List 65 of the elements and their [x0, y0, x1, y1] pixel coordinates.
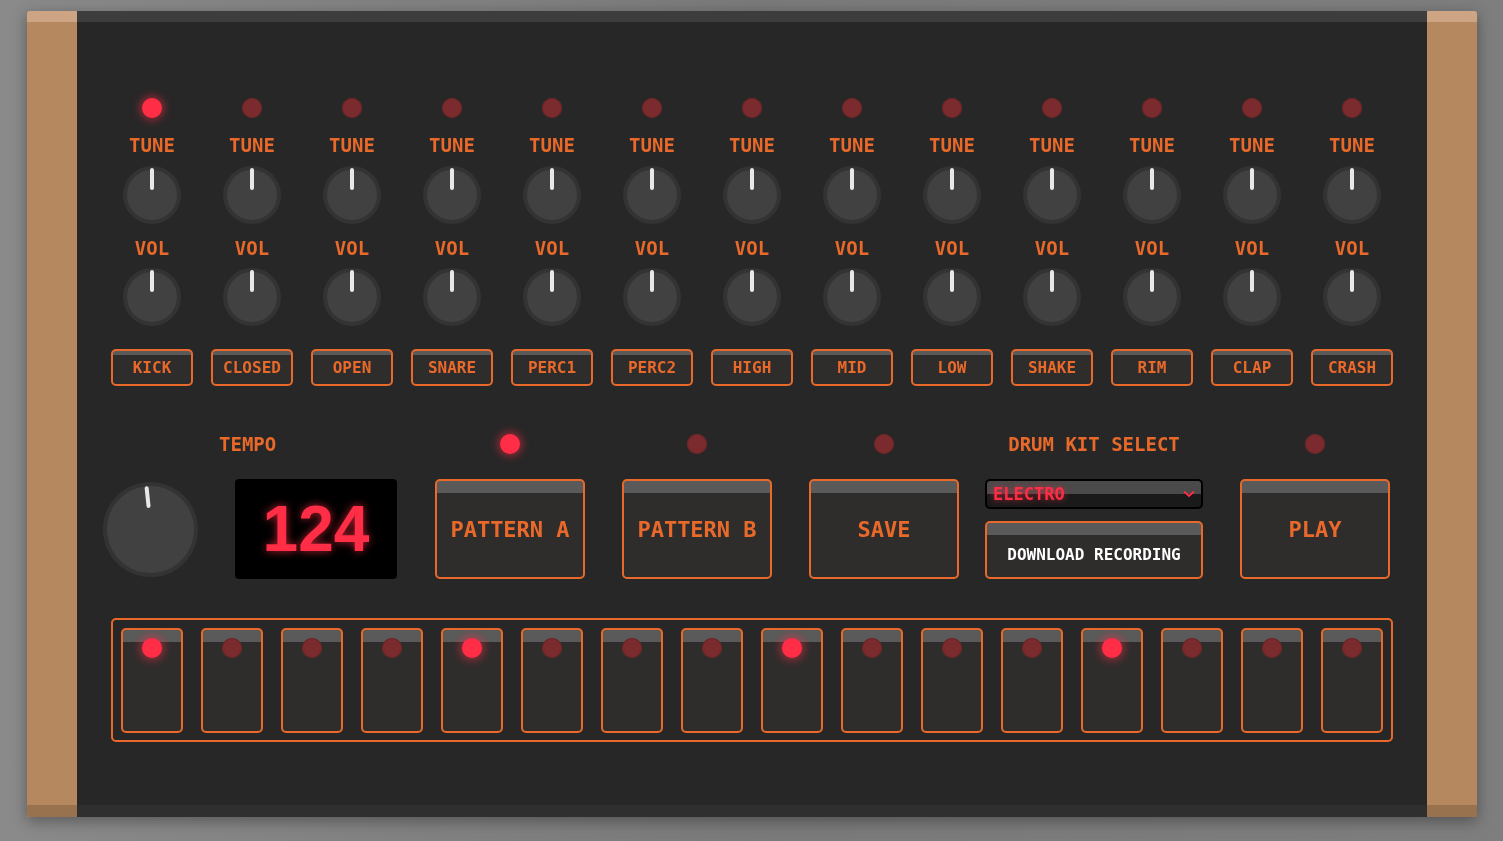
instrument-button[interactable]: SNARE	[411, 349, 493, 386]
step-pad[interactable]	[281, 628, 343, 733]
instrument-button[interactable]: OPEN	[311, 349, 393, 386]
step-pad[interactable]	[521, 628, 583, 733]
instrument-button[interactable]: MID	[811, 349, 893, 386]
knob-label: VOL	[334, 238, 370, 258]
knob-label: VOL	[434, 238, 470, 258]
knob-label: VOL	[134, 238, 170, 258]
step-pad[interactable]	[441, 628, 503, 733]
knob-label: TUNE	[129, 135, 175, 155]
step-pad[interactable]	[841, 628, 903, 733]
knob-label: VOL	[634, 238, 670, 258]
kit-dropdown[interactable]: ELECTRO	[985, 479, 1203, 509]
step-pad[interactable]	[601, 628, 663, 733]
transport-button[interactable]: PLAY	[1240, 479, 1390, 579]
instrument-button[interactable]: CLAP	[1211, 349, 1293, 386]
step-pad[interactable]	[121, 628, 183, 733]
transport-button[interactable]: PATTERN A	[435, 479, 585, 579]
knob-label: TUNE	[1229, 135, 1275, 155]
instrument-button[interactable]: CRASH	[1311, 349, 1393, 386]
knob-label: VOL	[834, 238, 870, 258]
step-pad[interactable]	[1001, 628, 1063, 733]
instrument-button[interactable]: HIGH	[711, 349, 793, 386]
step-pad[interactable]	[681, 628, 743, 733]
knob-label: TUNE	[729, 135, 775, 155]
step-pad[interactable]	[761, 628, 823, 733]
instrument-button[interactable]: KICK	[111, 349, 193, 386]
knob-label: VOL	[734, 238, 770, 258]
instrument-button[interactable]: SHAKE	[1011, 349, 1093, 386]
chevron-down-icon	[1183, 490, 1195, 498]
instrument-button[interactable]: LOW	[911, 349, 993, 386]
transport-button[interactable]: PATTERN B	[622, 479, 772, 579]
instrument-button[interactable]: PERC2	[611, 349, 693, 386]
step-pad[interactable]	[1241, 628, 1303, 733]
knob-label: TUNE	[829, 135, 875, 155]
transport-button[interactable]: SAVE	[809, 479, 959, 579]
knob-label: TUNE	[1129, 135, 1175, 155]
step-pad[interactable]	[921, 628, 983, 733]
knob-label: TUNE	[629, 135, 675, 155]
knob-label: TUNE	[929, 135, 975, 155]
instrument-button[interactable]: RIM	[1111, 349, 1193, 386]
knob-label: VOL	[534, 238, 570, 258]
knob-label: TUNE	[529, 135, 575, 155]
step-pad[interactable]	[1321, 628, 1383, 733]
tempo-display: 124	[235, 479, 397, 579]
knob-label: TUNE	[429, 135, 475, 155]
tempo-label: TEMPO	[219, 434, 277, 454]
step-pad[interactable]	[1161, 628, 1223, 733]
knob-label: VOL	[234, 238, 270, 258]
knob-label: TUNE	[1329, 135, 1375, 155]
knob-label: VOL	[934, 238, 970, 258]
step-pad[interactable]	[1081, 628, 1143, 733]
instrument-button[interactable]: PERC1	[511, 349, 593, 386]
instrument-button[interactable]: CLOSED	[211, 349, 293, 386]
knob-label: TUNE	[229, 135, 275, 155]
knob-label: VOL	[1334, 238, 1370, 258]
kit-label: DRUM KIT SELECT	[1008, 434, 1180, 454]
knob-label: VOL	[1134, 238, 1170, 258]
knob-label: VOL	[1234, 238, 1270, 258]
step-pad[interactable]	[201, 628, 263, 733]
download-button[interactable]: DOWNLOAD RECORDING	[985, 521, 1203, 579]
knob-label: VOL	[1034, 238, 1070, 258]
step-pad[interactable]	[361, 628, 423, 733]
knob-label: TUNE	[329, 135, 375, 155]
knob-label: TUNE	[1029, 135, 1075, 155]
